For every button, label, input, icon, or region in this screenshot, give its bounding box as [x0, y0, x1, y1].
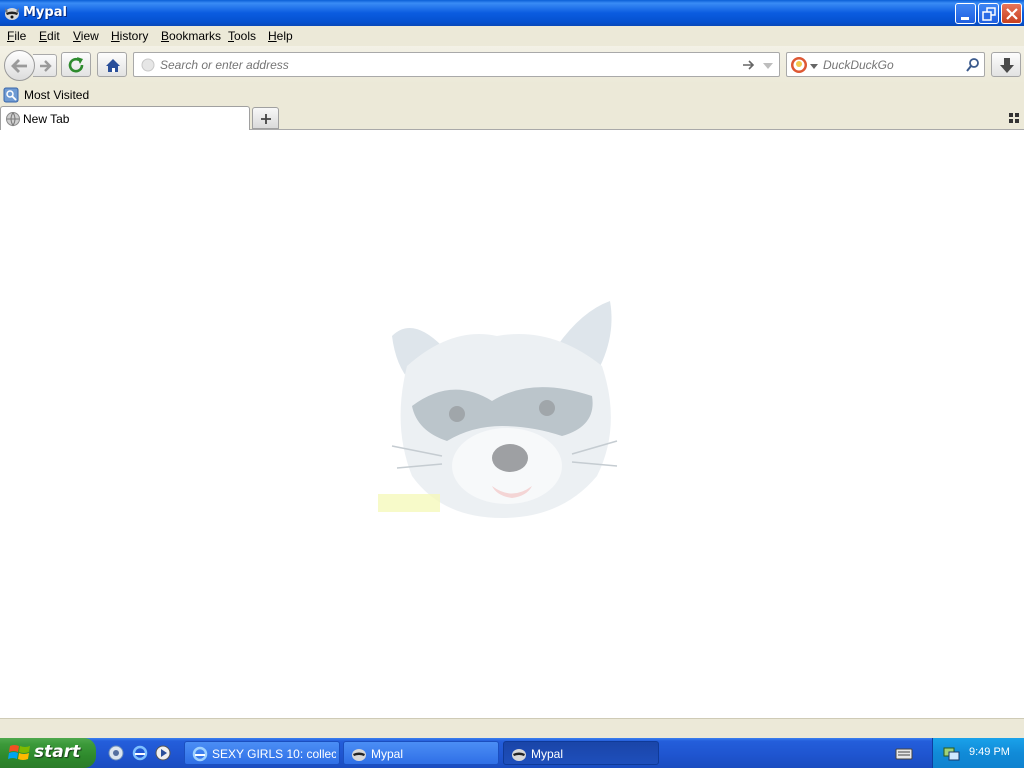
- minimize-button[interactable]: [955, 3, 976, 24]
- task-label: Mypal: [371, 747, 404, 761]
- engine-dropdown-icon[interactable]: [810, 62, 818, 70]
- media-player-quicklaunch-icon[interactable]: [155, 745, 171, 761]
- close-button[interactable]: [1001, 3, 1022, 24]
- network-icon[interactable]: [942, 744, 960, 762]
- plus-icon: [261, 114, 271, 124]
- menu-help[interactable]: Help: [268, 29, 293, 43]
- menu-bookmarks[interactable]: Bookmarks: [161, 29, 221, 43]
- mypal-icon: [352, 749, 366, 761]
- start-button[interactable]: start: [0, 738, 96, 768]
- search-icon[interactable]: [965, 57, 981, 73]
- dropdown-arrow-icon[interactable]: [762, 60, 774, 72]
- navigation-toolbar: [0, 46, 1024, 84]
- restore-button[interactable]: [978, 3, 999, 24]
- reload-button[interactable]: [61, 52, 91, 77]
- search-input[interactable]: [823, 58, 963, 72]
- task-label: SEXY GIRLS 10: collec...: [212, 747, 336, 761]
- menu-history[interactable]: History: [111, 29, 148, 43]
- clock[interactable]: 9:49 PM: [969, 746, 1010, 758]
- duckduckgo-icon[interactable]: [790, 56, 808, 74]
- menu-bar: File Edit View History Bookmarks Tools H…: [0, 26, 1024, 46]
- task-button-mypal-1[interactable]: Mypal: [343, 741, 499, 765]
- tab-label: New Tab: [23, 112, 70, 126]
- browser-window: Mypal File Edit View History Bookmarks T…: [0, 0, 1024, 738]
- menu-bookmarks-accel: B: [161, 29, 170, 43]
- ie-icon: [192, 746, 208, 762]
- home-icon: [106, 59, 120, 72]
- minimize-icon: [961, 17, 969, 20]
- restore-icon: [982, 7, 996, 21]
- menu-tools-rest: ools: [234, 29, 257, 43]
- globe-icon: [141, 58, 155, 72]
- downloads-button[interactable]: [991, 52, 1021, 77]
- forward-button[interactable]: [33, 54, 57, 77]
- new-tab-button[interactable]: [252, 107, 279, 129]
- status-bar: [0, 718, 1024, 738]
- menu-view-rest: iew: [80, 29, 99, 43]
- window-title: Mypal: [23, 5, 67, 20]
- start-label: start: [34, 742, 81, 762]
- bookmark-folder-icon: [3, 87, 19, 103]
- task-label: Mypal: [531, 747, 564, 761]
- back-arrow-icon: [11, 59, 27, 73]
- menu-edit-rest: dit: [47, 29, 60, 43]
- bookmarks-toolbar: Most Visited: [0, 84, 1024, 106]
- ie-quicklaunch-icon[interactable]: [132, 745, 148, 761]
- address-input[interactable]: [160, 58, 730, 72]
- taskbar: start SEXY GIRLS 10: collec... Mypal Myp…: [0, 738, 1024, 768]
- bookmark-label: Most Visited: [24, 88, 90, 102]
- tab-globe-icon: [6, 112, 20, 127]
- reload-icon: [68, 57, 84, 73]
- search-bar[interactable]: [786, 52, 985, 77]
- mypal-quicklaunch-icon[interactable]: [108, 745, 124, 761]
- menu-file-rest: ile: [14, 29, 27, 43]
- bookmark-most-visited[interactable]: Most Visited: [3, 86, 89, 104]
- title-bar[interactable]: Mypal: [0, 0, 1024, 26]
- go-arrow-icon[interactable]: [741, 58, 755, 72]
- menu-view-accel: V: [73, 29, 81, 43]
- task-button-mypal-2[interactable]: Mypal: [503, 741, 659, 765]
- tab-list-icon[interactable]: [1008, 112, 1020, 124]
- address-bar[interactable]: [133, 52, 780, 77]
- menu-bookmarks-rest: ookmarks: [169, 29, 222, 43]
- tab-strip: New Tab: [0, 106, 1024, 130]
- menu-history-accel: H: [111, 29, 120, 43]
- task-button-ie[interactable]: SEXY GIRLS 10: collec...: [184, 741, 340, 765]
- close-icon: [1006, 8, 1018, 20]
- menu-help-accel: H: [268, 29, 277, 43]
- windows-logo-icon: [8, 745, 30, 760]
- menu-edit-accel: E: [39, 29, 48, 43]
- download-arrow-icon: [1000, 58, 1014, 73]
- keyboard-icon[interactable]: [895, 747, 913, 761]
- menu-help-rest: elp: [276, 29, 293, 43]
- system-tray: 9:49 PM: [932, 738, 1024, 768]
- back-button[interactable]: [4, 50, 35, 81]
- home-button[interactable]: [97, 52, 127, 77]
- menu-edit[interactable]: Edit: [39, 29, 60, 43]
- menu-tools[interactable]: Tools: [228, 29, 256, 43]
- page-content: [0, 130, 1024, 718]
- menu-history-rest: istory: [119, 29, 149, 43]
- tab-new-tab[interactable]: New Tab: [0, 106, 250, 130]
- raccoon-logo: [378, 301, 618, 518]
- menu-file[interactable]: File: [7, 29, 26, 43]
- mypal-icon: [512, 749, 526, 761]
- forward-arrow-icon: [40, 60, 52, 72]
- raccoon-app-icon: [5, 8, 19, 20]
- menu-view[interactable]: View: [73, 29, 99, 43]
